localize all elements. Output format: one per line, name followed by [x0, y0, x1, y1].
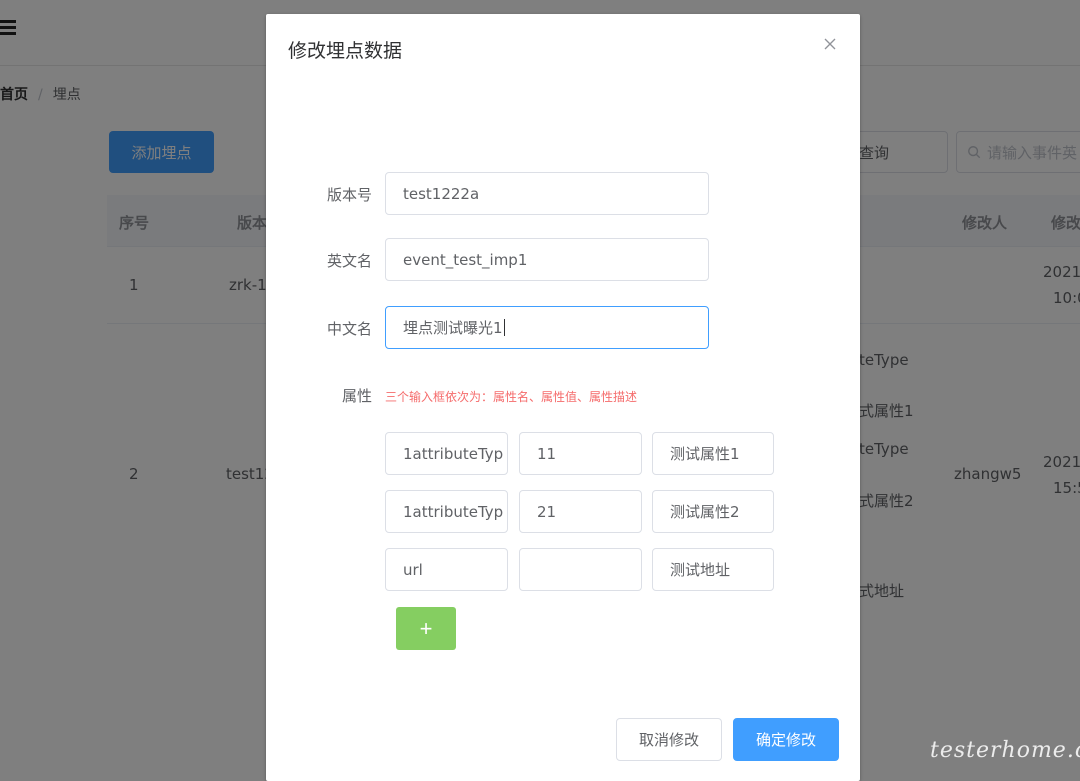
- english-name-value: event_test_imp1: [403, 250, 528, 269]
- attr-desc-value: 测试属性2: [670, 503, 740, 521]
- attr-name-value: url: [403, 560, 423, 579]
- chinese-name-input[interactable]: 埋点测试曝光1: [385, 306, 709, 349]
- version-label: 版本号: [326, 186, 372, 204]
- attributes-hint: 三个输入框依次为：属性名、属性值、属性描述: [385, 390, 638, 404]
- attr-name-value: 1attributeTyp: [403, 444, 504, 463]
- cancel-edit-button[interactable]: 取消修改: [616, 718, 722, 761]
- english-name-label: 英文名: [326, 252, 372, 270]
- attr-desc-input[interactable]: 测试属性1: [652, 432, 774, 475]
- add-attribute-button[interactable]: +: [396, 607, 456, 650]
- attr-desc-value: 测试属性1: [670, 445, 740, 463]
- text-caret: [503, 319, 505, 336]
- attr-name-input[interactable]: 1attributeTyp: [385, 432, 508, 475]
- attr-value-value: 11: [537, 444, 557, 463]
- attr-value-input[interactable]: 11: [519, 432, 642, 475]
- attr-name-input[interactable]: 1attributeTyp: [385, 490, 508, 533]
- edit-tracking-dialog: 修改埋点数据 版本号 test1222a 英文名 event_test_imp1…: [266, 14, 860, 781]
- attr-value-input[interactable]: [519, 548, 642, 591]
- dialog-title: 修改埋点数据: [288, 40, 403, 62]
- chinese-name-label: 中文名: [326, 320, 372, 338]
- attr-name-input[interactable]: url: [385, 548, 508, 591]
- close-icon[interactable]: [822, 36, 838, 52]
- watermark: testerhome.com: [930, 738, 1080, 763]
- english-name-input[interactable]: event_test_imp1: [385, 238, 709, 281]
- attr-value-value: 21: [537, 502, 557, 521]
- version-value: test1222a: [403, 184, 480, 203]
- attr-desc-input[interactable]: 测试地址: [652, 548, 774, 591]
- chinese-name-value: 埋点测试曝光1: [403, 319, 503, 337]
- attr-name-value: 1attributeTyp: [403, 502, 504, 521]
- version-input[interactable]: test1222a: [385, 172, 709, 215]
- confirm-edit-button[interactable]: 确定修改: [733, 718, 839, 761]
- attributes-label: 属性: [341, 387, 372, 405]
- attr-desc-input[interactable]: 测试属性2: [652, 490, 774, 533]
- attr-value-input[interactable]: 21: [519, 490, 642, 533]
- attr-desc-value: 测试地址: [670, 561, 731, 579]
